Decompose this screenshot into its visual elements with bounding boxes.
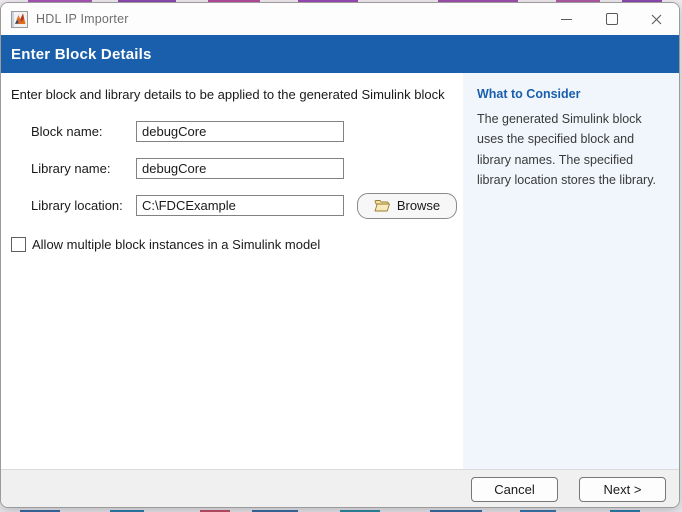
help-sidebar: What to Consider The generated Simulink …	[463, 73, 679, 469]
page-title: Enter Block Details	[1, 35, 679, 73]
minimize-icon	[561, 19, 572, 20]
desktop-artifact-bottom	[0, 508, 682, 512]
maximize-button[interactable]	[589, 3, 634, 35]
instruction-text: Enter block and library details to be ap…	[11, 87, 455, 102]
matlab-app-icon	[11, 11, 28, 28]
folder-icon	[374, 199, 390, 212]
close-button[interactable]	[634, 3, 679, 35]
multiple-instances-label: Allow multiple block instances in a Simu…	[32, 237, 320, 252]
close-icon	[651, 14, 662, 25]
hdl-ip-importer-window: HDL IP Importer Enter Block Details Ente…	[0, 2, 680, 508]
footer-bar: Cancel Next >	[1, 469, 679, 508]
titlebar: HDL IP Importer	[1, 3, 679, 35]
window-title: HDL IP Importer	[36, 12, 129, 26]
help-heading: What to Consider	[477, 87, 665, 101]
library-location-row: Library location: Browse	[1, 194, 463, 217]
block-name-row: Block name:	[1, 120, 463, 143]
content-area: Enter block and library details to be ap…	[1, 73, 679, 469]
browse-button-label: Browse	[397, 198, 440, 213]
cancel-button[interactable]: Cancel	[471, 477, 558, 502]
block-details-form: Block name: Library name: Library locati…	[1, 120, 463, 217]
library-location-input[interactable]	[136, 195, 344, 216]
multiple-instances-row: Allow multiple block instances in a Simu…	[11, 237, 463, 252]
help-text: The generated Simulink block uses the sp…	[477, 109, 665, 190]
browse-button[interactable]: Browse	[357, 193, 457, 219]
window-controls	[544, 3, 679, 35]
maximize-icon	[606, 13, 618, 25]
next-button[interactable]: Next >	[579, 477, 666, 502]
library-location-label: Library location:	[31, 198, 136, 213]
library-name-label: Library name:	[31, 161, 136, 176]
form-panel: Enter block and library details to be ap…	[1, 73, 463, 469]
library-name-row: Library name:	[1, 157, 463, 180]
library-name-input[interactable]	[136, 158, 344, 179]
block-name-input[interactable]	[136, 121, 344, 142]
multiple-instances-checkbox[interactable]	[11, 237, 26, 252]
minimize-button[interactable]	[544, 3, 589, 35]
block-name-label: Block name:	[31, 124, 136, 139]
